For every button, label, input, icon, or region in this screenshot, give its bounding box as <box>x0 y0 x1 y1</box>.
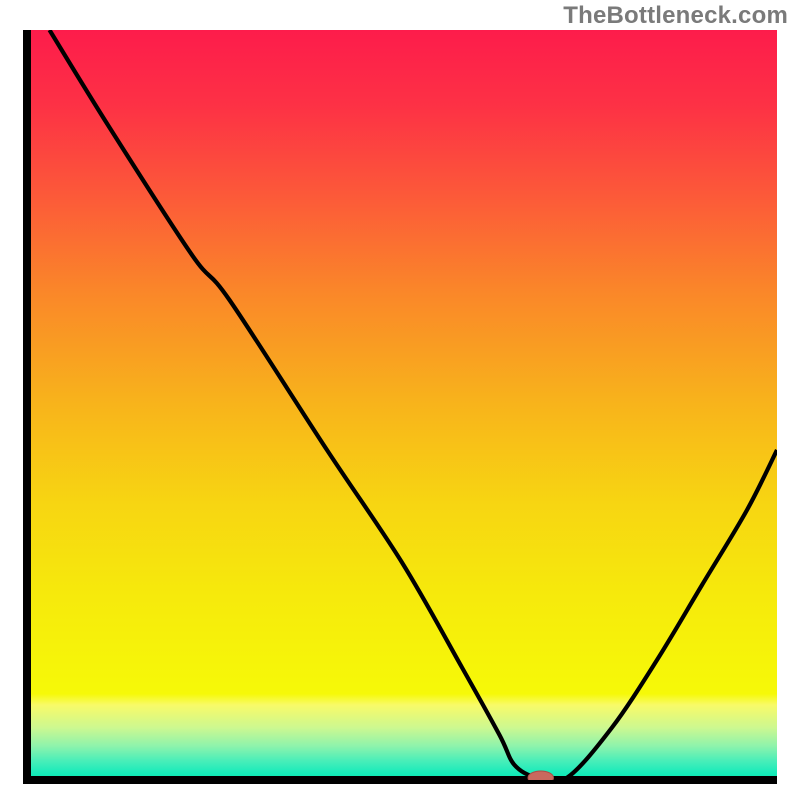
chart-svg <box>0 0 800 800</box>
chart-container: TheBottleneck.com <box>0 0 800 800</box>
watermark-text: TheBottleneck.com <box>563 2 788 30</box>
gradient-background <box>27 30 777 780</box>
